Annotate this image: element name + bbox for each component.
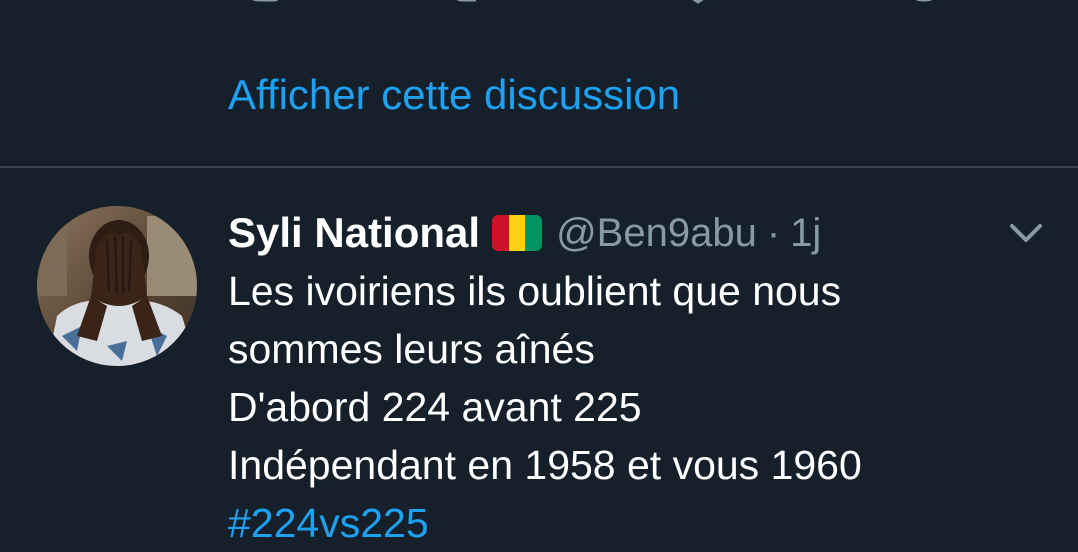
tweet-text: Les ivoiriens ils oublient que nous somm… [228, 262, 1048, 552]
retweet-icon[interactable] [452, 0, 502, 8]
previous-tweet-action-bar [0, 0, 1078, 8]
tweet[interactable]: Syli National @Ben9abu · 1j Les ivoirien… [0, 168, 1078, 546]
show-thread-link[interactable]: Afficher cette discussion [228, 70, 680, 120]
like-icon[interactable] [676, 0, 720, 8]
tweet-text-line: Indépendant en 1958 et vous 1960 [228, 442, 862, 488]
avatar[interactable] [37, 206, 197, 366]
tweet-text-line: sommes leurs aînés [228, 326, 595, 372]
tweet-timestamp[interactable]: 1j [790, 211, 821, 256]
share-icon[interactable] [904, 0, 944, 8]
tweet-header: Syli National @Ben9abu · 1j [228, 208, 821, 258]
display-name[interactable]: Syli National [228, 209, 480, 257]
user-handle[interactable]: @Ben9abu [556, 211, 757, 256]
guinea-flag-icon [492, 215, 543, 251]
chevron-down-icon[interactable] [1004, 216, 1048, 248]
separator-dot: · [766, 210, 781, 255]
tweet-text-line: Les ivoiriens ils oublient que nous [228, 268, 842, 314]
reply-icon[interactable] [238, 0, 282, 8]
hashtag-link[interactable]: #224vs225 [228, 494, 1048, 552]
tweet-text-line: D'abord 224 avant 225 [228, 384, 642, 430]
